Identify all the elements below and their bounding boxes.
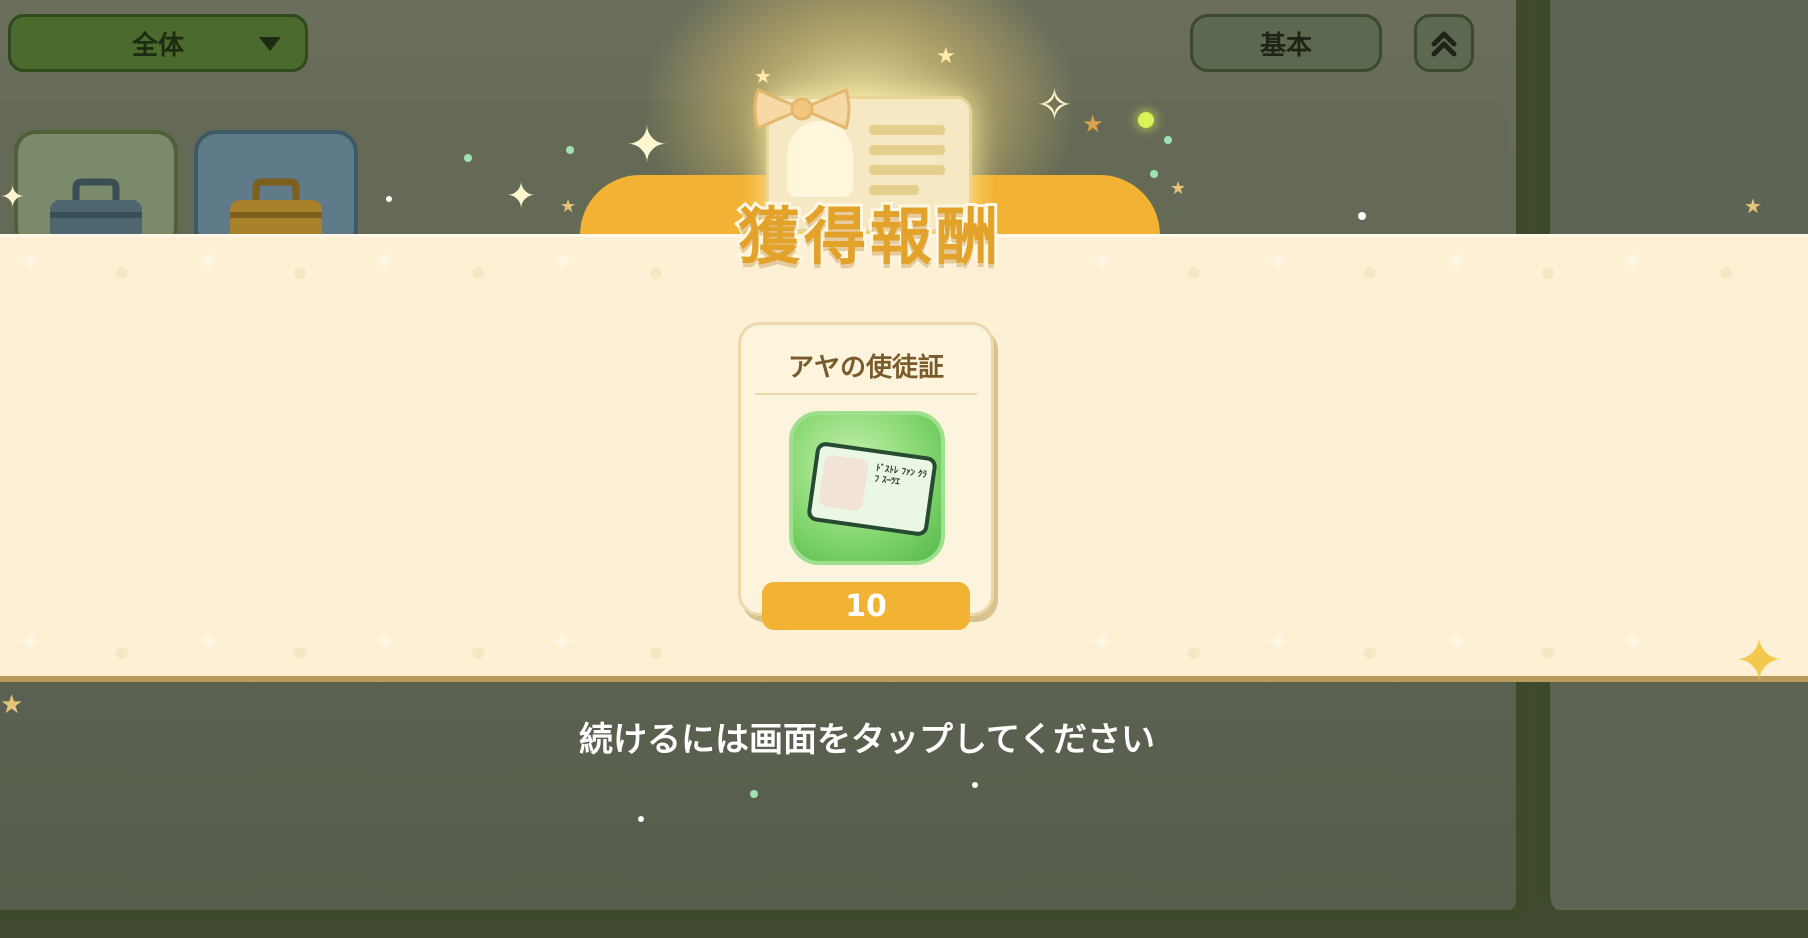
tap-to-continue-hint[interactable]: 続けるには画面をタップしてください [0, 712, 1734, 761]
sparkle-icon: ✦ [506, 176, 537, 217]
glow-dot [566, 146, 574, 154]
item-slot[interactable] [194, 130, 358, 250]
reward-title: 獲得報酬 [735, 197, 1002, 276]
character-portrait [818, 454, 869, 512]
glow-dot [386, 196, 392, 202]
filter-dropdown[interactable]: 全体 [8, 14, 308, 72]
ribbon-bow-icon [753, 87, 851, 131]
glow-dot [972, 782, 978, 788]
reward-quantity: 10 [762, 582, 970, 630]
sparkle-icon: ✦ [0, 180, 26, 215]
glow-dot [1138, 112, 1154, 128]
reward-item-name: アヤの使徒証 [787, 353, 944, 383]
filter-dropdown-label: 全体 [131, 30, 184, 61]
glow-dot [1150, 170, 1158, 178]
sparkle-icon: ★ [560, 196, 577, 217]
item-slot[interactable] [14, 130, 178, 250]
double-chevron-up-icon [1431, 31, 1457, 57]
sparkle-icon: ★ [1170, 178, 1187, 199]
glow-dot [638, 816, 644, 822]
divider [755, 393, 977, 395]
sparkle-icon: ★ [1744, 194, 1762, 218]
glow-dot [1164, 136, 1172, 144]
sparkle-icon: ★ [1082, 110, 1104, 138]
basic-sort-button[interactable]: 基本 [1190, 14, 1382, 72]
disciple-id-card-icon: ﾄﾞｽﾄﾚ ﾌｧﾝ ｸﾗﾌ ｽｰﾂｴ [789, 411, 945, 565]
glow-dot [464, 154, 472, 162]
chevron-down-icon [259, 37, 281, 51]
collapse-button[interactable] [1414, 14, 1474, 72]
glow-dot [750, 790, 758, 798]
sparkle-icon: ✦ [1734, 626, 1785, 696]
glow-dot [1358, 212, 1366, 220]
basic-sort-label: 基本 [1259, 30, 1312, 61]
card-text: ﾄﾞｽﾄﾚ ﾌｧﾝ ｸﾗﾌ ｽｰﾂｴ [873, 463, 928, 488]
reward-item-card[interactable]: アヤの使徒証 ﾄﾞｽﾄﾚ ﾌｧﾝ ｸﾗﾌ ｽｰﾂｴ [738, 322, 994, 616]
